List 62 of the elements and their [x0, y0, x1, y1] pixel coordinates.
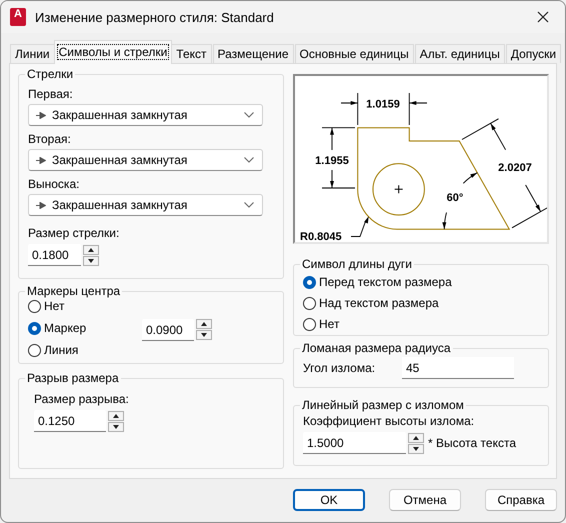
number-field[interactable]: 1.5000 [303, 432, 406, 454]
arrowhead-icon [36, 202, 46, 208]
field-label: Размер стрелки: [28, 226, 120, 241]
dimension-text: 1.0159 [366, 98, 400, 110]
radio-option[interactable]: Нет [28, 299, 64, 314]
radio-option[interactable]: Нет [303, 317, 340, 332]
field-label: Выноска: [28, 177, 80, 192]
arrowhead-dropdown[interactable]: Закрашенная замкнутая [28, 194, 263, 216]
number-field[interactable]: 0.1250 [34, 410, 106, 432]
app-logo: A [10, 8, 26, 26]
field-label: Размер разрыва: [34, 392, 130, 407]
tab[interactable]: Линии [10, 44, 55, 63]
dialog-button[interactable]: OK [293, 489, 365, 511]
spin-down-button[interactable] [108, 422, 124, 432]
tab[interactable]: Символы и стрелки [54, 40, 172, 64]
group-title: Стрелки [26, 67, 74, 81]
group-title: Линейный размер с изломом [301, 398, 465, 412]
number-field[interactable]: 0.1800 [28, 244, 81, 266]
tab[interactable]: Альт. единицы [414, 44, 505, 63]
spin-up-button[interactable] [83, 244, 99, 254]
dimension-text: 1.1955 [315, 155, 349, 167]
unit-label: * Высота текста [428, 436, 516, 450]
group-title: Разрыв размера [26, 371, 120, 385]
spin-up-button[interactable] [108, 410, 124, 420]
spin-down-button[interactable] [196, 330, 212, 340]
spin-up-button[interactable] [408, 432, 424, 442]
field-label: Коэффициент высоты излома: [303, 414, 476, 429]
field-label: Угол излома: [303, 361, 376, 375]
radio-option[interactable]: Над текстом размера [303, 296, 439, 311]
radio-option[interactable]: Линия [28, 343, 78, 358]
field-label: Вторая: [28, 132, 72, 147]
leader-line [350, 216, 369, 237]
arrowhead-icon [36, 112, 46, 118]
dialog-button[interactable]: Справка [485, 489, 557, 511]
spin-down-button[interactable] [83, 256, 99, 266]
tab[interactable]: Основные единицы [294, 44, 414, 63]
dialog-button[interactable]: Отмена [389, 489, 461, 511]
arrowhead-icon [36, 156, 46, 164]
group-title: Символ длины дуги [301, 257, 413, 271]
radio-option[interactable]: Маркер [28, 321, 86, 336]
arrowhead-dropdown[interactable]: Закрашенная замкнутая [28, 104, 263, 126]
number-field[interactable]: 45 [402, 357, 514, 379]
dimension-text: 2.0207 [498, 162, 532, 174]
spin-up-button[interactable] [196, 319, 212, 329]
tab[interactable]: Допуски [506, 44, 562, 63]
chevron-down-icon [244, 202, 254, 208]
group-title: Маркеры центра [26, 284, 122, 298]
field-label: Первая: [28, 87, 74, 102]
window-title: Изменение размерного стиля: Standard [35, 10, 274, 24]
spin-down-button[interactable] [408, 444, 424, 454]
group-title: Ломаная размера радиуса [301, 341, 452, 355]
close-icon [537, 11, 549, 23]
chevron-down-icon [244, 157, 254, 163]
number-field[interactable]: 0.0900 [142, 318, 194, 340]
chevron-down-icon [244, 112, 254, 118]
tab[interactable]: Размещение [212, 44, 294, 63]
tab[interactable]: Текст [171, 44, 212, 63]
radio-option[interactable]: Перед текстом размера [303, 275, 452, 290]
arrowhead-dropdown[interactable]: Закрашенная замкнутая [28, 149, 263, 171]
angle-dimension [442, 172, 478, 230]
dimension-text: 60° [446, 192, 464, 204]
dimension-text: R0.8045 [300, 231, 342, 242]
